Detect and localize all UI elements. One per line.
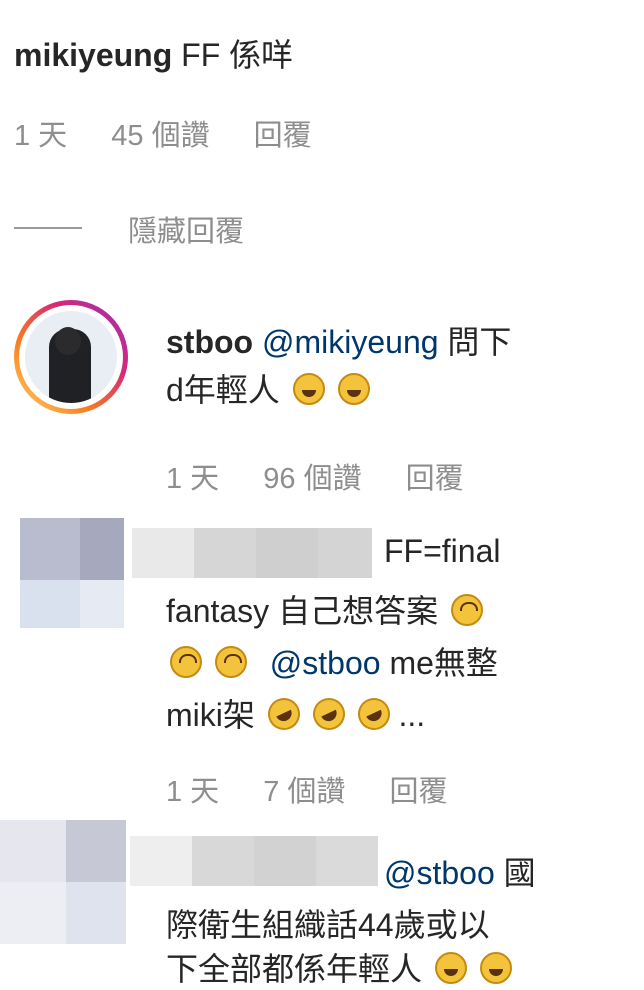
comment-text: 際衛生組織話44歲或以 bbox=[166, 907, 490, 943]
comment-text: FF 係咩 bbox=[181, 37, 294, 73]
reply-meta: 1 天 7 個讚 回覆 bbox=[166, 768, 484, 810]
laughing-emoji-icon bbox=[479, 952, 512, 984]
blurred-avatar[interactable] bbox=[0, 820, 126, 944]
laughing-emoji-icon bbox=[292, 373, 325, 405]
laughing-emoji-icon bbox=[337, 373, 370, 405]
replies-divider bbox=[14, 227, 82, 229]
reply-button[interactable]: 回覆 bbox=[254, 120, 312, 152]
comment-text: FF=final bbox=[384, 533, 501, 569]
reply-first-line: @stboo 國 bbox=[384, 848, 536, 894]
comment-text: miki架 bbox=[166, 697, 255, 733]
comment-likes[interactable]: 96 個讚 bbox=[263, 463, 361, 495]
reply-meta: 1 天 96 個讚 回覆 bbox=[166, 455, 500, 497]
blurred-username[interactable] bbox=[130, 836, 378, 886]
avatar-ring[interactable] bbox=[14, 300, 128, 414]
blurred-username[interactable] bbox=[132, 528, 372, 578]
upside-down-face-icon bbox=[450, 594, 483, 626]
top-comment-meta: 1 天 45 個讚 回覆 bbox=[14, 112, 348, 154]
comment-text: 國 bbox=[503, 855, 536, 891]
comment-time[interactable]: 1 天 bbox=[14, 120, 67, 152]
mention-link[interactable]: @stboo bbox=[270, 645, 381, 681]
reply-comment: stboo @mikiyeung 問下 d年輕人 bbox=[166, 318, 606, 414]
comment-username[interactable]: stboo bbox=[166, 324, 253, 360]
rofl-emoji-icon bbox=[307, 692, 350, 736]
more-text[interactable]: ... bbox=[398, 697, 425, 733]
mention-link[interactable]: @stboo bbox=[384, 855, 495, 891]
comment-likes[interactable]: 45 個讚 bbox=[111, 120, 209, 152]
upside-down-face-icon bbox=[170, 646, 202, 678]
reply-cutoff-line: 下全部都係年輕人 bbox=[166, 944, 512, 990]
avatar bbox=[25, 311, 117, 403]
comment-text: fantasy 自己想答案 bbox=[166, 593, 439, 629]
comment-username[interactable]: mikiyeung bbox=[14, 37, 172, 73]
comment-likes[interactable]: 7 個讚 bbox=[263, 776, 345, 808]
comment-text: me無整 bbox=[389, 645, 498, 681]
reply-comment: fantasy 自己想答案 @stboo me無整 miki架 ... bbox=[166, 585, 606, 741]
reply-button[interactable]: 回覆 bbox=[406, 463, 464, 495]
top-comment: mikiyeung FF 係咩 bbox=[14, 30, 293, 76]
hide-replies-button[interactable]: 隱藏回覆 bbox=[128, 208, 244, 250]
comment-time[interactable]: 1 天 bbox=[166, 776, 219, 808]
comment-text: 下全部都係年輕人 bbox=[166, 951, 423, 987]
comment-text: 問下 bbox=[447, 324, 512, 360]
rofl-emoji-icon bbox=[262, 692, 306, 736]
comment-time[interactable]: 1 天 bbox=[166, 463, 219, 495]
reply-button[interactable]: 回覆 bbox=[390, 776, 448, 808]
blurred-avatar[interactable] bbox=[20, 518, 124, 628]
upside-down-face-icon bbox=[214, 646, 247, 678]
rofl-emoji-icon bbox=[352, 692, 395, 736]
laughing-emoji-icon bbox=[434, 952, 467, 984]
comment-text: d年輕人 bbox=[166, 372, 280, 408]
mention-link[interactable]: @mikiyeung bbox=[262, 324, 439, 360]
